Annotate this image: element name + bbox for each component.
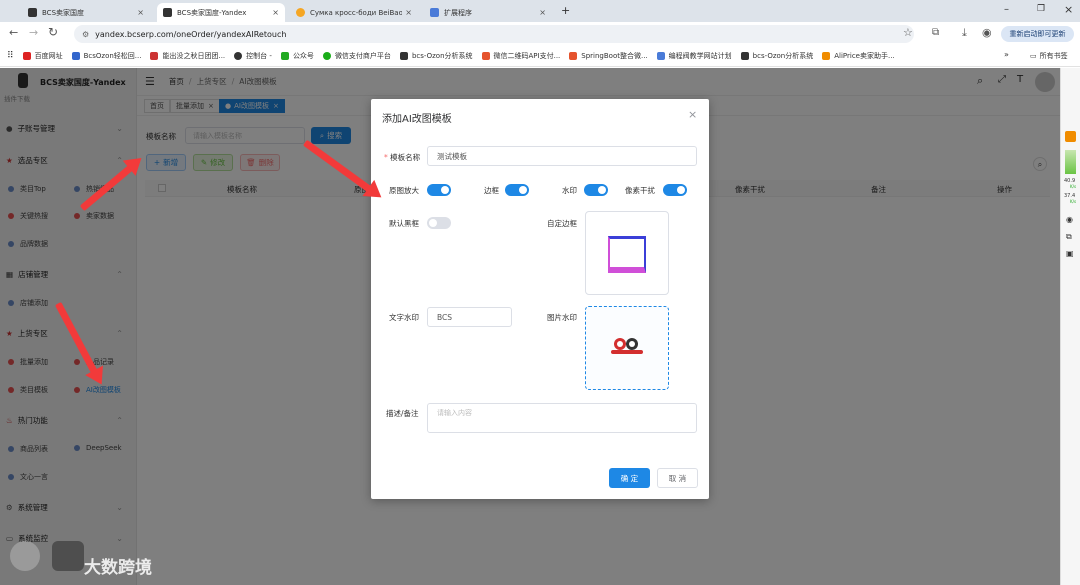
custom-border-upload[interactable] xyxy=(585,211,669,295)
watermark-preview-image xyxy=(611,335,645,359)
new-tab-button[interactable]: + xyxy=(561,4,570,17)
bookmark-star-icon[interactable]: ☆ xyxy=(903,26,913,39)
folder-icon: ▭ xyxy=(1030,52,1037,60)
maximize-icon[interactable]: ❐ xyxy=(1037,4,1045,14)
toggle-label-border: 边框 xyxy=(484,186,499,195)
bookmark[interactable]: 微信支付商户平台 xyxy=(322,51,391,61)
watermark-switch[interactable] xyxy=(584,184,608,196)
close-tab-icon[interactable]: × xyxy=(539,8,546,17)
speed-unit: K/s xyxy=(1070,199,1077,204)
description-label: 描述/备注 xyxy=(386,409,419,418)
forward-icon[interactable]: → xyxy=(29,26,38,39)
address-bar-row: ← → ↻ ⚙ yandex.bcserp.com/oneOrder/yande… xyxy=(0,22,1080,46)
template-name-label: * 模板名称 xyxy=(384,153,421,162)
update-button[interactable]: 重新启动即可更新 xyxy=(1001,26,1074,42)
border-preview-image xyxy=(608,236,646,273)
text-watermark-input[interactable]: BCS xyxy=(427,307,512,327)
favicon-icon xyxy=(163,8,172,17)
more-bookmarks-icon[interactable]: » xyxy=(1004,50,1009,59)
close-tab-icon[interactable]: × xyxy=(137,8,144,17)
all-bookmarks[interactable]: ▭ 所有书签 xyxy=(1030,51,1068,61)
minimize-icon[interactable]: – xyxy=(1004,4,1009,15)
bookmark[interactable]: 编程阀教学网站计划 xyxy=(656,51,732,61)
description-textarea[interactable]: 请输入内容 xyxy=(427,403,697,433)
download-icon[interactable]: ⤓ xyxy=(962,26,967,40)
watermark-logo-icon xyxy=(10,541,40,571)
extensions-icon[interactable]: ⧉ xyxy=(932,27,939,38)
side-panel: 40.9 K/s 37.4 K/s ◉ ⧉ ▣ xyxy=(1060,68,1080,585)
toggle-label-upscale: 原图放大 xyxy=(389,186,419,195)
favicon-icon xyxy=(28,8,37,17)
toggle-label-pixel-noise: 像素干扰 xyxy=(625,186,655,195)
bookmark[interactable]: AliPrice卖家助手... xyxy=(822,51,895,61)
watermark-text: 大数跨境 xyxy=(84,558,152,578)
pixel-noise-switch[interactable] xyxy=(663,184,687,196)
close-tab-icon[interactable]: × xyxy=(272,8,279,17)
bookmark[interactable]: 百度网址 xyxy=(22,51,63,61)
upscale-switch[interactable] xyxy=(427,184,451,196)
site-info-icon[interactable]: ⚙ xyxy=(82,30,89,39)
chat-bubble-icon xyxy=(52,541,84,571)
favicon-icon xyxy=(296,8,305,17)
browser-tab-active[interactable]: BCS卖家国度-Yandex × xyxy=(157,3,285,22)
bookmark[interactable]: 公众号 xyxy=(280,51,314,61)
bookmark[interactable]: BcsOzon轻松回... xyxy=(71,51,141,61)
browser-tab[interactable]: Сумка кросс-боди BeiBaoE... × xyxy=(290,3,418,22)
battery-icon xyxy=(1065,150,1076,174)
url-field[interactable]: ⚙ yandex.bcserp.com/oneOrder/yandexAIRet… xyxy=(74,25,914,43)
bookmarks-bar: ⠿ 百度网址 BcsOzon轻松回... 能出没之秋日团团... 控制台 - 公… xyxy=(0,46,1080,67)
cancel-button[interactable]: 取 消 xyxy=(657,468,698,488)
custom-border-label: 自定边框 xyxy=(547,219,577,228)
bookmark[interactable]: 控制台 - xyxy=(234,51,272,61)
profile-icon[interactable]: ◉ xyxy=(982,26,992,39)
crop-icon[interactable]: ⧉ xyxy=(1066,232,1072,242)
browser-tab[interactable]: BCS卖家国度 × xyxy=(22,3,150,22)
bookmark[interactable]: 能出没之秋日团团... xyxy=(150,51,225,61)
close-icon[interactable]: × xyxy=(688,108,697,121)
reload-icon[interactable]: ↻ xyxy=(48,25,58,39)
extension-icon xyxy=(430,8,439,17)
apps-grid-icon[interactable]: ⠿ xyxy=(7,51,14,61)
close-tab-icon[interactable]: × xyxy=(405,8,412,17)
template-name-input[interactable]: 测试模板 xyxy=(427,146,697,166)
browser-tab[interactable]: 扩展程序 × xyxy=(424,3,552,22)
translate-icon[interactable]: ▣ xyxy=(1066,249,1074,258)
bookmark[interactable]: bcs-Ozon分析系统 xyxy=(399,51,473,61)
toggle-label-black-frame: 默认黑框 xyxy=(389,219,419,228)
chat-icon[interactable]: ◉ xyxy=(1066,215,1073,224)
close-window-icon[interactable]: × xyxy=(1064,3,1073,16)
bookmark[interactable]: 微信二维码API支付... xyxy=(481,51,560,61)
text-watermark-label: 文字水印 xyxy=(389,313,419,322)
toggle-label-watermark: 水印 xyxy=(562,186,577,195)
extension-icon[interactable] xyxy=(1065,131,1076,142)
black-frame-switch[interactable] xyxy=(427,217,451,229)
border-switch[interactable] xyxy=(505,184,529,196)
speed-unit: K/s xyxy=(1070,184,1077,189)
dialog-title: 添加AI改图模板 xyxy=(382,114,452,125)
image-watermark-upload[interactable] xyxy=(585,306,669,390)
bookmark[interactable]: SpringBoot整合微... xyxy=(569,51,648,61)
add-template-dialog: 添加AI改图模板 × * 模板名称 测试模板 原图放大 边框 水印 像素干扰 默… xyxy=(371,99,709,499)
bookmark[interactable]: bcs-Ozon分析系统 xyxy=(740,51,813,61)
image-watermark-label: 图片水印 xyxy=(547,313,577,322)
browser-tab-bar: BCS卖家国度 × BCS卖家国度-Yandex × Сумка кросс-б… xyxy=(0,0,1080,22)
confirm-button[interactable]: 确 定 xyxy=(609,468,650,488)
back-icon[interactable]: ← xyxy=(9,26,18,39)
